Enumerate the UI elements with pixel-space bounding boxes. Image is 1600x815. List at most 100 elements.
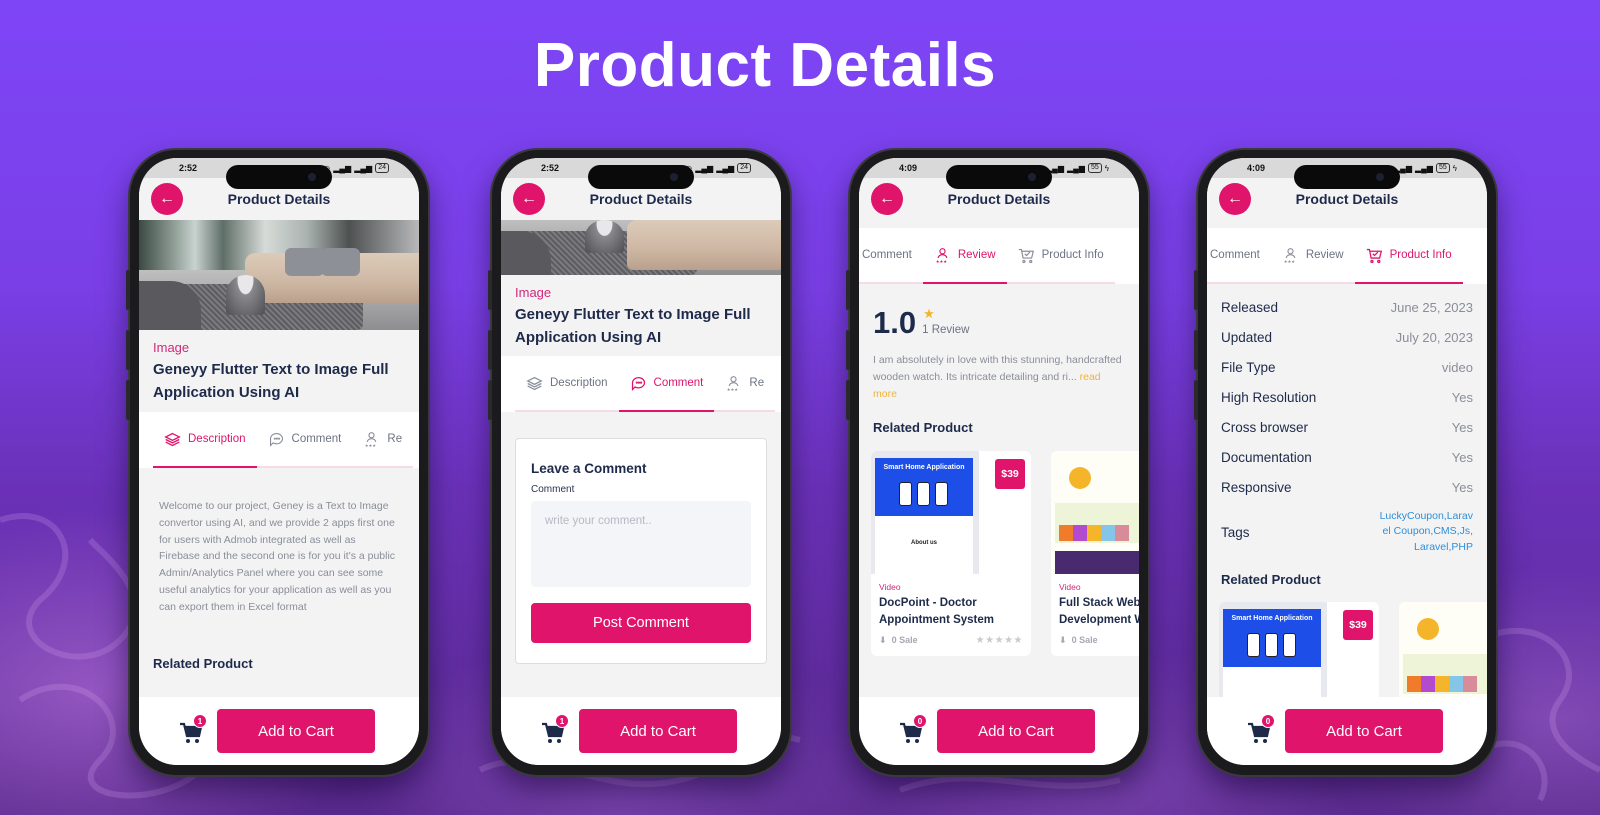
phone-screen: 2:52 ✕ 0.79 ◠ ▂▄▆ ▂▄▆ 24 ← Product Detai… bbox=[501, 158, 781, 765]
signal-icon-2: ▂▄▆ bbox=[354, 163, 373, 173]
tab-bar: Description Comment ★★★ Re bbox=[139, 412, 419, 468]
bottom-bar: 0 Add to Cart bbox=[859, 697, 1139, 765]
tab-bar: Comment ★★★ Review Product Info bbox=[1207, 228, 1487, 284]
app-bar-title: Product Details bbox=[1295, 191, 1399, 207]
tab-product-info[interactable]: Product Info bbox=[1007, 228, 1115, 282]
product-title: Geneyy Flutter Text to Image Full Applic… bbox=[153, 361, 389, 401]
tab-label: Comment bbox=[862, 249, 912, 261]
tab-bar: Description Comment ★★★ Re bbox=[501, 356, 781, 412]
related-section: Related Product bbox=[1207, 572, 1487, 587]
layers-icon bbox=[164, 432, 181, 446]
tab-comment[interactable]: Comment bbox=[618, 356, 715, 412]
tab-comment[interactable]: Comment bbox=[257, 412, 353, 466]
product-thumbnail bbox=[1051, 451, 1139, 574]
tab-label: Comment bbox=[1210, 249, 1260, 261]
download-icon: ⬇ bbox=[879, 635, 887, 645]
back-button[interactable]: ← bbox=[151, 183, 183, 215]
comment-textarea[interactable]: write your comment.. bbox=[531, 501, 751, 587]
review-count: 1 Review bbox=[922, 324, 970, 336]
cart-count-badge: 1 bbox=[193, 714, 207, 728]
chat-bubbles-icon bbox=[631, 376, 645, 391]
add-to-cart-button[interactable]: Add to Cart bbox=[579, 709, 737, 753]
status-time: 4:09 bbox=[1247, 163, 1266, 173]
add-to-cart-button[interactable]: Add to Cart bbox=[1285, 709, 1443, 753]
related-product-card[interactable]: Video Full Stack Web Development W ⬇ 0 Sa… bbox=[1051, 451, 1139, 656]
dynamic-island bbox=[588, 165, 694, 189]
thumb-sub: About us bbox=[911, 540, 937, 546]
back-button[interactable]: ← bbox=[1219, 183, 1251, 215]
back-button[interactable]: ← bbox=[513, 183, 545, 215]
related-product-card[interactable]: Smart Home Application About us $39 Vide… bbox=[871, 451, 1031, 656]
arrow-left-icon: ← bbox=[159, 190, 175, 207]
tab-review[interactable]: ★★★ Re bbox=[714, 356, 775, 410]
related-heading: Related Product bbox=[1221, 572, 1321, 587]
app-bar-title: Product Details bbox=[947, 191, 1051, 207]
tags-links[interactable]: LuckyCoupon,Laravel Coupon,CMS,Js,Larave… bbox=[1377, 509, 1473, 556]
product-info-table: Released June 25, 2023 Updated July 20, 20… bbox=[1221, 292, 1473, 562]
add-to-cart-button[interactable]: Add to Cart bbox=[217, 709, 375, 753]
bottom-bar: 0 Add to Cart bbox=[1207, 697, 1487, 765]
comment-form: Leave a Comment Comment write your comme… bbox=[515, 438, 767, 664]
arrow-left-icon: ← bbox=[521, 190, 537, 207]
info-row-tags: Tags LuckyCoupon,Laravel Coupon,CMS,Js,La… bbox=[1221, 502, 1473, 562]
charging-icon: ϟ bbox=[1452, 163, 1457, 173]
tab-comment[interactable]: Comment bbox=[859, 228, 923, 282]
svg-text:★★★: ★★★ bbox=[1284, 259, 1296, 264]
product-header: Image Geneyy Flutter Text to Image Full … bbox=[139, 340, 419, 404]
cart-count-badge: 0 bbox=[1261, 714, 1275, 728]
app-bar-title: Product Details bbox=[589, 191, 693, 207]
cart-button[interactable]: 1 bbox=[541, 714, 569, 744]
phone-screen: 4:09 ✕ 3.00 ◠ ▂▄▆ ▂▄▆ 55 ϟ ← Product Det… bbox=[1207, 158, 1487, 765]
rating-value: 1.0 bbox=[873, 305, 917, 340]
related-section: Related Product bbox=[859, 420, 1139, 435]
battery-icon: 24 bbox=[375, 163, 389, 173]
info-row-responsive: Responsive Yes bbox=[1221, 479, 1473, 495]
related-category: Video bbox=[1059, 582, 1081, 592]
tab-label: Description bbox=[188, 433, 246, 445]
cart-button[interactable]: 0 bbox=[1247, 714, 1275, 744]
tab-bar: Comment ★★★ Review Product Info bbox=[859, 228, 1139, 284]
tab-review[interactable]: ★★★ Review bbox=[922, 228, 1007, 284]
tab-description[interactable]: Description bbox=[153, 412, 257, 468]
arrow-left-icon: ← bbox=[1227, 190, 1243, 207]
review-summary: 1.0 ★ 1 Review I am absolutely in love w… bbox=[859, 305, 1139, 402]
back-button[interactable]: ← bbox=[871, 183, 903, 215]
tab-comment[interactable]: Comment bbox=[1207, 228, 1271, 282]
product-category: Image bbox=[515, 285, 552, 300]
signal-icon-2: ▂▄▆ bbox=[1414, 163, 1433, 173]
tab-product-info[interactable]: Product Info bbox=[1354, 228, 1463, 284]
battery-icon: 55 bbox=[1087, 163, 1102, 173]
cart-count-badge: 1 bbox=[555, 714, 569, 728]
related-heading: Related Product bbox=[873, 420, 973, 435]
dynamic-island bbox=[226, 165, 332, 189]
svg-text:★★★: ★★★ bbox=[365, 443, 377, 448]
post-comment-button[interactable]: Post Comment bbox=[531, 603, 751, 643]
user-stars-icon: ★★★ bbox=[727, 375, 739, 392]
product-thumbnail: Smart Home Application About us $39 bbox=[871, 451, 1031, 574]
info-row-file-type: File Type video bbox=[1221, 359, 1473, 375]
info-row-updated: Updated July 20, 2023 bbox=[1221, 329, 1473, 345]
status-time: 4:09 bbox=[899, 163, 918, 173]
product-image bbox=[139, 220, 419, 330]
tab-review[interactable]: ★★★ Review bbox=[1271, 228, 1355, 282]
phone-description-screen: 2:52 ✕ 0.81 ◠ ▂▄▆ ▂▄▆ 24 ← Product Detai… bbox=[126, 150, 428, 775]
cart-button[interactable]: 0 bbox=[899, 714, 927, 744]
tab-label: Comment bbox=[653, 377, 704, 389]
signal-icon-2: ▂▄▆ bbox=[716, 163, 735, 173]
battery-icon: 24 bbox=[737, 163, 751, 173]
svg-text:★★★: ★★★ bbox=[936, 259, 948, 264]
add-to-cart-button[interactable]: Add to Cart bbox=[937, 709, 1095, 753]
signal-icon-2: ▂▄▆ bbox=[1066, 163, 1085, 173]
rating-stars: ★★★★★ bbox=[975, 635, 1023, 646]
thumb-heading: Smart Home Application bbox=[1231, 615, 1313, 622]
product-description: Welcome to our project, Geney is a Text … bbox=[159, 500, 396, 613]
info-row-cross-browser: Cross browser Yes bbox=[1221, 419, 1473, 435]
tab-review[interactable]: ★★★ Re bbox=[352, 412, 413, 466]
product-header: Image Geneyy Flutter Text to Image Full … bbox=[501, 285, 781, 349]
phone-review-screen: 4:09 ✕ 2.00 ◠ ▂▄▆ ▂▄▆ 55 ϟ ← Product Det… bbox=[846, 150, 1148, 775]
cart-button[interactable]: 1 bbox=[179, 714, 207, 744]
phone-comment-screen: 2:52 ✕ 0.79 ◠ ▂▄▆ ▂▄▆ 24 ← Product Detai… bbox=[488, 150, 790, 775]
tab-description[interactable]: Description bbox=[515, 356, 619, 410]
bottom-bar: 1 Add to Cart bbox=[501, 697, 781, 765]
star-icon: ★ bbox=[923, 306, 935, 321]
